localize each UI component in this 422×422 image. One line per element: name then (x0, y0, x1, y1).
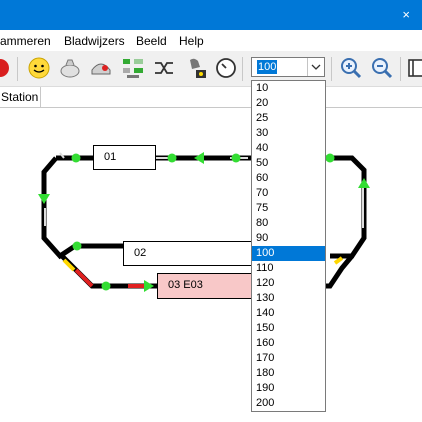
menu-beeld[interactable]: Beeld (136, 34, 167, 48)
signal-green[interactable] (325, 153, 335, 163)
block-03-label: 03 E03 (168, 279, 203, 291)
title-bar: × (0, 0, 422, 30)
signal-green[interactable] (71, 153, 81, 163)
zoom-option[interactable]: 120 (252, 276, 325, 291)
signal-green[interactable] (101, 281, 111, 291)
zoom-option[interactable]: 90 (252, 231, 325, 246)
zoom-option[interactable]: 130 (252, 291, 325, 306)
zoom-option[interactable]: 80 (252, 216, 325, 231)
zoom-options: 10 20 25 30 40 50 60 70 75 80 90 100 110 120 130 140 150… (252, 81, 325, 411)
smiley-icon[interactable] (27, 56, 51, 80)
stop-icon[interactable] (0, 56, 12, 80)
menu-bladwijzers[interactable]: Bladwijzers (64, 34, 125, 48)
toolbar-separator (17, 57, 18, 81)
zoom-option[interactable]: 190 (252, 381, 325, 396)
zoom-out-icon[interactable] (370, 56, 394, 80)
zoom-option[interactable]: 75 (252, 201, 325, 216)
tab-station[interactable]: Station (0, 87, 41, 108)
signal-green[interactable] (231, 153, 241, 163)
route-red-segment (74, 268, 94, 288)
zoom-select[interactable]: 100 (251, 57, 325, 77)
zoom-option[interactable]: 25 (252, 111, 325, 126)
zoom-in-icon[interactable] (339, 56, 363, 80)
direction-arrow-icon (144, 280, 154, 292)
direction-arrow-icon (38, 194, 50, 204)
block-02-label: 02 (134, 247, 147, 259)
zoom-option[interactable]: 50 (252, 156, 325, 171)
book-icon[interactable] (406, 56, 422, 80)
block-01-label: 01 (104, 151, 117, 163)
zoom-option[interactable]: 30 (252, 126, 325, 141)
toolbar-separator (400, 57, 401, 81)
chevron-down-icon (311, 64, 321, 70)
bell-icon[interactable] (184, 56, 208, 80)
direction-arrow-icon (194, 152, 204, 164)
zoom-option[interactable]: 200 (252, 396, 325, 411)
zoom-option[interactable]: 70 (252, 186, 325, 201)
shuffle-icon[interactable] (152, 56, 176, 80)
tab-station-label: Station (1, 90, 39, 104)
zoom-dropdown-list[interactable]: 10 20 25 30 40 50 60 70 75 80 90 100 110 120 130 140 150… (251, 80, 326, 412)
zoom-option[interactable]: 140 (252, 306, 325, 321)
zoom-option[interactable]: 170 (252, 351, 325, 366)
zoom-select-button[interactable] (307, 58, 324, 76)
zoom-option[interactable]: 20 (252, 96, 325, 111)
signal-green[interactable] (167, 153, 177, 163)
toolbar-separator (242, 57, 243, 81)
menu-bar: ammeren Bladwijzers Beeld Help (0, 30, 422, 51)
layout-icon[interactable] (121, 56, 145, 80)
zoom-option[interactable]: 150 (252, 321, 325, 336)
zoom-select-value: 100 (257, 60, 278, 74)
close-icon[interactable]: × (402, 7, 410, 22)
switch-yellow-right (333, 256, 344, 265)
signal-green[interactable] (72, 241, 82, 251)
zoom-option[interactable]: 160 (252, 336, 325, 351)
zoom-option[interactable]: 100 (252, 246, 325, 261)
clock-icon[interactable] (214, 56, 238, 80)
zoom-option[interactable]: 180 (252, 366, 325, 381)
block-02[interactable]: 02 (123, 241, 253, 266)
menu-programmeren[interactable]: ammeren (0, 34, 51, 48)
block-03[interactable]: 03 E03 (157, 273, 253, 299)
toolbar (0, 51, 422, 87)
track-layout-canvas[interactable]: 01 02 03 E03 (0, 107, 422, 422)
toolbar-separator (331, 57, 332, 81)
direction-arrow-icon (358, 178, 370, 188)
menu-help[interactable]: Help (179, 34, 204, 48)
zoom-option[interactable]: 10 (252, 81, 325, 96)
loco-icon[interactable] (58, 56, 82, 80)
zoom-option[interactable]: 110 (252, 261, 325, 276)
zoom-option[interactable]: 60 (252, 171, 325, 186)
zoom-option[interactable]: 40 (252, 141, 325, 156)
wagon-icon[interactable] (89, 56, 113, 80)
block-01[interactable]: 01 (93, 145, 156, 170)
